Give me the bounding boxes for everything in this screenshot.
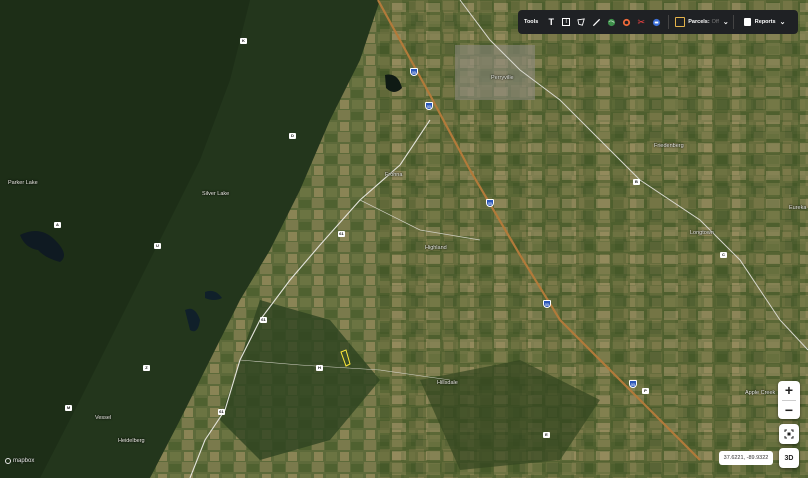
coordinates-readout: 37.6221, -89.9322 <box>719 451 773 465</box>
interstate-shield-icon: 55 <box>543 300 551 308</box>
route-shield-icon: Z <box>143 365 150 371</box>
tools-label: Tools <box>524 19 539 25</box>
route-shield-icon: K <box>240 38 247 44</box>
mapbox-icon <box>5 458 11 464</box>
route-shield-icon: A <box>54 222 61 228</box>
route-shield-icon: C <box>720 252 727 258</box>
place-label: Eureka <box>789 205 807 211</box>
zoom-out-button[interactable]: − <box>778 400 800 419</box>
parcels-icon <box>675 17 686 27</box>
map-imagery <box>0 0 808 478</box>
route-shield-icon: H <box>316 365 323 371</box>
route-shield-icon: 61 <box>338 231 345 237</box>
interstate-shield-icon: 55 <box>425 102 433 110</box>
place-label: Apple Creek <box>745 390 776 396</box>
route-shield-icon: P <box>642 388 649 394</box>
chevron-down-icon: ⌄ <box>722 19 729 26</box>
interstate-shield-icon: 55 <box>410 68 418 76</box>
reports-label: Reports <box>754 19 776 25</box>
map-toolbar: Tools T T ✂ Parcels: Off ⌄ Reports ⌄ <box>518 10 798 34</box>
toolbar-divider <box>668 15 670 29</box>
text-box-icon[interactable]: T <box>559 15 573 29</box>
interstate-shield-icon: 55 <box>629 380 637 388</box>
parcels-dropdown[interactable]: Parcels: Off ⌄ <box>675 17 729 27</box>
text-t-icon[interactable]: T <box>544 15 558 29</box>
route-shield-icon: M <box>65 405 72 411</box>
ruler-icon[interactable] <box>589 15 603 29</box>
route-shield-icon: B <box>633 179 640 185</box>
place-label: Hillsdale <box>437 380 458 386</box>
place-label: Perryville <box>491 75 514 81</box>
3d-toggle-button[interactable]: 3D <box>779 448 799 468</box>
toolbar-divider <box>732 15 734 29</box>
route-shield-icon: 61 <box>218 409 225 415</box>
place-label: Heidelberg <box>118 438 145 444</box>
place-label: Silver Lake <box>202 191 230 197</box>
place-label: Longtown <box>690 230 714 236</box>
place-label: Parker Lake <box>8 180 38 186</box>
fullscreen-icon <box>784 429 794 439</box>
satellite-map[interactable] <box>0 0 808 478</box>
mapbox-logo-text: mapbox <box>13 458 35 464</box>
reports-icon <box>743 18 751 26</box>
route-shield-icon: E <box>543 432 550 438</box>
zoom-control: + − <box>778 381 800 419</box>
chevron-down-icon: ⌄ <box>779 19 786 26</box>
place-label: Vessel <box>95 415 112 421</box>
parcels-value: Off <box>711 19 719 25</box>
reports-dropdown[interactable]: Reports ⌄ <box>743 18 786 26</box>
scissors-icon[interactable]: ✂ <box>634 15 648 29</box>
route-shield-icon: D <box>289 133 296 139</box>
fit-bounds-button[interactable] <box>779 424 799 444</box>
parcels-label: Parcels: <box>688 19 710 25</box>
layers-icon[interactable] <box>649 15 663 29</box>
place-label: Frohna <box>385 172 403 178</box>
route-shield-icon: 61 <box>260 317 267 323</box>
polygon-draw-icon[interactable] <box>574 15 588 29</box>
place-label: Friedenberg <box>654 143 684 149</box>
interstate-shield-icon: 55 <box>486 199 494 207</box>
circle-icon[interactable] <box>619 15 633 29</box>
globe-icon[interactable] <box>604 15 618 29</box>
place-label: Highland <box>425 245 447 251</box>
mapbox-logo: mapbox <box>5 458 34 464</box>
route-shield-icon: U <box>154 243 161 249</box>
zoom-in-button[interactable]: + <box>778 381 800 400</box>
